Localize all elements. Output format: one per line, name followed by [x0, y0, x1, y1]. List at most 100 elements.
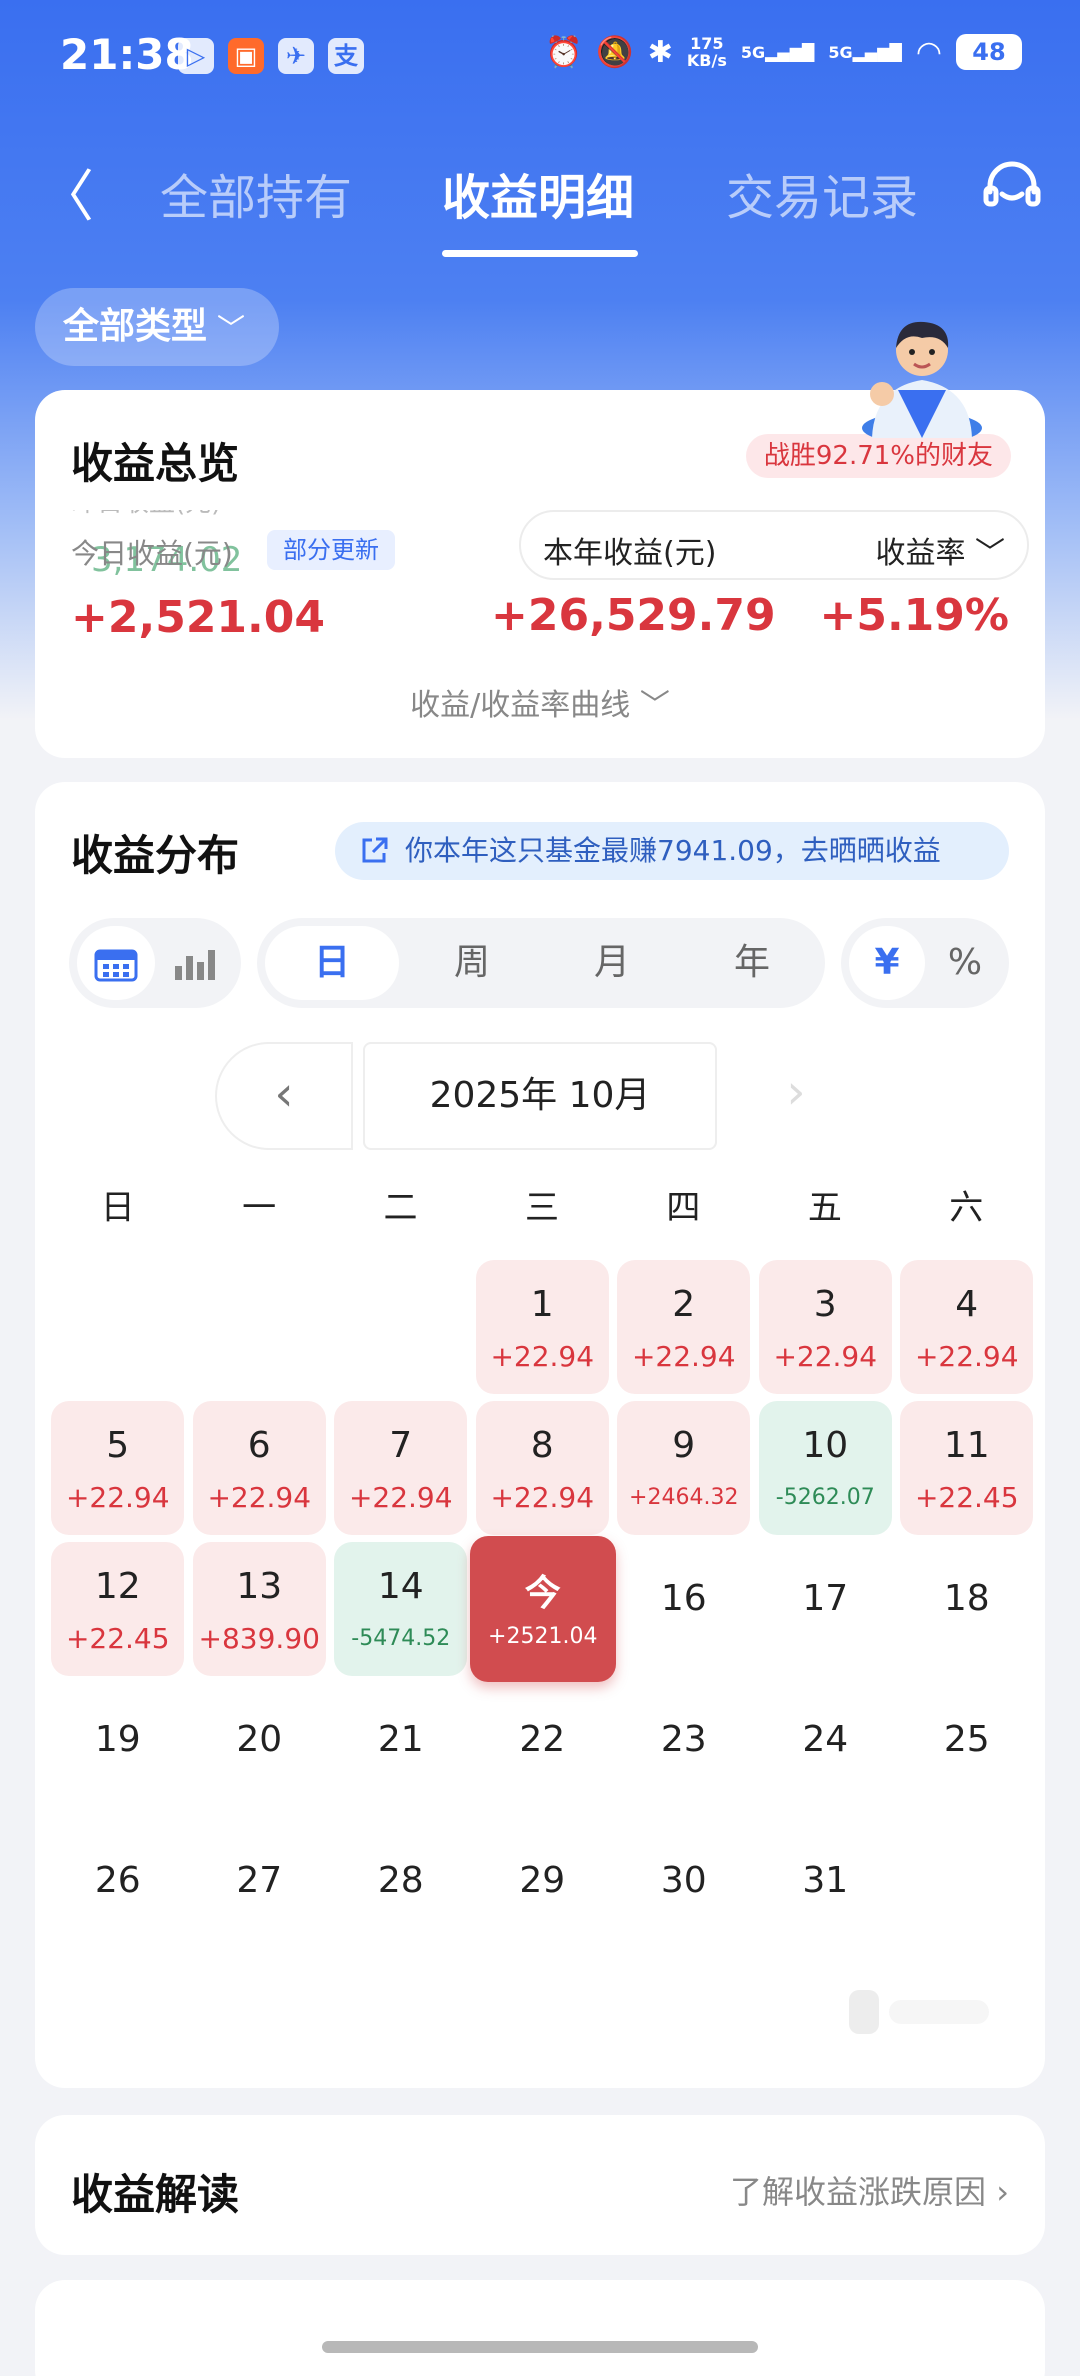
- next-month-button[interactable]: ›: [727, 1042, 865, 1150]
- calendar-day-earnings: +2521.04: [488, 1624, 598, 1649]
- calendar-day-number: 6: [247, 1425, 271, 1466]
- month-selector[interactable]: 2025年 10月: [363, 1042, 717, 1150]
- calendar-day[interactable]: 21: [334, 1683, 467, 1817]
- calendar-day-today[interactable]: 今 +2521.04: [469, 1536, 616, 1682]
- partial-update-badge: 部分更新: [267, 530, 395, 570]
- calendar-day[interactable]: 24: [759, 1683, 892, 1817]
- calendar-day[interactable]: 18: [900, 1542, 1033, 1676]
- calendar-day-earnings: +22.94: [914, 1340, 1019, 1373]
- calendar-day[interactable]: 26: [51, 1824, 184, 1958]
- year-earnings-value: +26,529.79: [491, 590, 776, 641]
- calendar-day[interactable]: 2 +22.94: [617, 1260, 751, 1394]
- calendar-day[interactable]: 17: [759, 1542, 892, 1676]
- signal-2-icon: 5G▂▄▆█: [828, 42, 902, 62]
- calendar-day[interactable]: 20: [193, 1683, 326, 1817]
- type-filter-dropdown[interactable]: 全部类型 ﹀: [35, 288, 280, 366]
- back-icon[interactable]: 〈: [38, 152, 94, 233]
- calendar-day[interactable]: 5 +22.94: [51, 1401, 185, 1535]
- share-promo-banner[interactable]: 你本年这只基金最赚7941.09，去晒晒收益: [335, 822, 1009, 880]
- calendar-view-button[interactable]: [77, 918, 155, 1008]
- calendar-day[interactable]: 3 +22.94: [758, 1260, 892, 1394]
- calendar-day-earnings: +22.94: [207, 1481, 312, 1514]
- calendar-day[interactable]: 30: [617, 1824, 750, 1958]
- calendar-day[interactable]: 8 +22.94: [475, 1401, 609, 1535]
- weekday-thu: 四: [666, 1188, 701, 1228]
- earnings-distribution-card: 收益分布 你本年这只基金最赚7941.09，去晒晒收益 日 周 月 年 ¥ % …: [35, 782, 1045, 2088]
- weekday-fri: 五: [807, 1188, 842, 1228]
- calendar-day-earnings: +22.94: [348, 1481, 453, 1514]
- calendar-day[interactable]: 31: [759, 1824, 892, 1958]
- calendar-day-earnings: +22.45: [65, 1622, 170, 1655]
- calendar-day-number: 7: [389, 1425, 413, 1466]
- unit-yuan[interactable]: ¥: [849, 918, 925, 1008]
- tab-holdings[interactable]: 全部持有: [160, 158, 352, 228]
- calendar-day-number: 29: [519, 1860, 566, 1901]
- calendar-day-number: 19: [94, 1719, 141, 1760]
- calendar-day[interactable]: 4 +22.94: [900, 1260, 1034, 1394]
- period-month[interactable]: 月: [545, 918, 679, 1008]
- net-speed-unit: KB/s: [686, 51, 727, 70]
- signal-2-label: 5G: [828, 42, 853, 62]
- calendar-day-number: 26: [94, 1860, 141, 1901]
- period-week[interactable]: 周: [405, 918, 539, 1008]
- calendar-day[interactable]: 27: [193, 1824, 326, 1958]
- calendar-day[interactable]: 10 -5262.07: [758, 1401, 892, 1535]
- home-indicator[interactable]: [322, 2341, 758, 2353]
- prev-month-button[interactable]: ‹: [215, 1042, 353, 1150]
- bar-chart-view-button[interactable]: [155, 918, 235, 1008]
- rate-label: 收益率: [875, 536, 966, 571]
- tab-transactions[interactable]: 交易记录: [726, 158, 918, 228]
- calendar-day-number: 5: [106, 1425, 130, 1466]
- customer-service-icon[interactable]: [980, 156, 1044, 220]
- weekday-wed: 三: [524, 1188, 559, 1228]
- bar-chart-icon: [175, 950, 215, 980]
- share-icon: [362, 837, 388, 863]
- calendar-day[interactable]: 12 +22.45: [51, 1542, 185, 1676]
- calendar-day-earnings: +22.94: [490, 1340, 595, 1373]
- calendar-day[interactable]: 25: [900, 1683, 1033, 1817]
- calendar-day[interactable]: 29: [476, 1824, 609, 1958]
- next-card-partial: [35, 2280, 1045, 2376]
- calendar-day[interactable]: 19: [51, 1683, 184, 1817]
- calendar-day-earnings: +2464.32: [629, 1485, 739, 1510]
- today-earnings-label: 今日收益(元): [71, 537, 233, 570]
- earnings-interpretation-card[interactable]: 收益解读 了解收益涨跌原因 ›: [35, 2115, 1045, 2255]
- calendar-day[interactable]: 23: [617, 1683, 750, 1817]
- calendar-day[interactable]: 13 +839.90: [192, 1542, 326, 1676]
- calendar-day-number: 3: [813, 1284, 837, 1325]
- calendar-day-number: 10: [802, 1425, 849, 1466]
- calendar-icon: [94, 949, 138, 982]
- unit-percent[interactable]: %: [927, 918, 1003, 1008]
- period-day[interactable]: 日: [265, 918, 399, 1008]
- calendar-day[interactable]: 14 -5474.52: [334, 1542, 468, 1676]
- earnings-curve-toggle[interactable]: 收益/收益率曲线 ﹀: [35, 680, 1045, 724]
- calendar-day-number: 2: [672, 1284, 696, 1325]
- beat-percentage-badge[interactable]: 战胜92.71%的财友: [745, 434, 1011, 478]
- today-earnings-block[interactable]: 昨日收益(元) 3,174.02 今日收益(元) 部分更新 +2,521.04: [71, 510, 551, 642]
- calendar-day-number: 31: [802, 1860, 849, 1901]
- calendar-day[interactable]: 16: [617, 1542, 750, 1676]
- calendar-day-number: 23: [660, 1719, 707, 1760]
- mute-icon: 🔕: [596, 34, 634, 70]
- interpretation-link[interactable]: 了解收益涨跌原因 ›: [730, 2167, 1009, 2213]
- top-nav: 〈 全部持有 收益明细 交易记录: [0, 130, 1080, 260]
- calendar-day-earnings: +22.94: [631, 1340, 736, 1373]
- calendar-day-number: 24: [802, 1719, 849, 1760]
- calendar-day[interactable]: 9 +2464.32: [617, 1401, 751, 1535]
- calendar-day[interactable]: 7 +22.94: [334, 1401, 468, 1535]
- net-speed: 175 KB/s: [687, 35, 727, 69]
- rate-dropdown[interactable]: 收益率 ﹀: [875, 528, 1005, 572]
- status-right: ⏰ 🔕 ✱ 175 KB/s 5G▂▄▆█ 5G▂▄▆█ ◠ 48: [545, 34, 1022, 70]
- calendar-day[interactable]: 22: [476, 1683, 609, 1817]
- tab-earnings-detail[interactable]: 收益明细: [442, 158, 634, 228]
- calendar-day-number: 11: [943, 1425, 990, 1466]
- year-earnings-selector[interactable]: 本年收益(元) 收益率 ﹀: [519, 510, 1029, 580]
- calendar-day[interactable]: 28: [334, 1824, 467, 1958]
- calendar-day-number: 30: [660, 1860, 707, 1901]
- calendar-day[interactable]: 1 +22.94: [475, 1260, 609, 1394]
- period-year[interactable]: 年: [685, 918, 819, 1008]
- alarm-icon: ⏰: [545, 34, 583, 70]
- calendar-day[interactable]: 11 +22.45: [900, 1401, 1034, 1535]
- chevron-right-icon: ›: [786, 1064, 806, 1120]
- calendar-day[interactable]: 6 +22.94: [192, 1401, 326, 1535]
